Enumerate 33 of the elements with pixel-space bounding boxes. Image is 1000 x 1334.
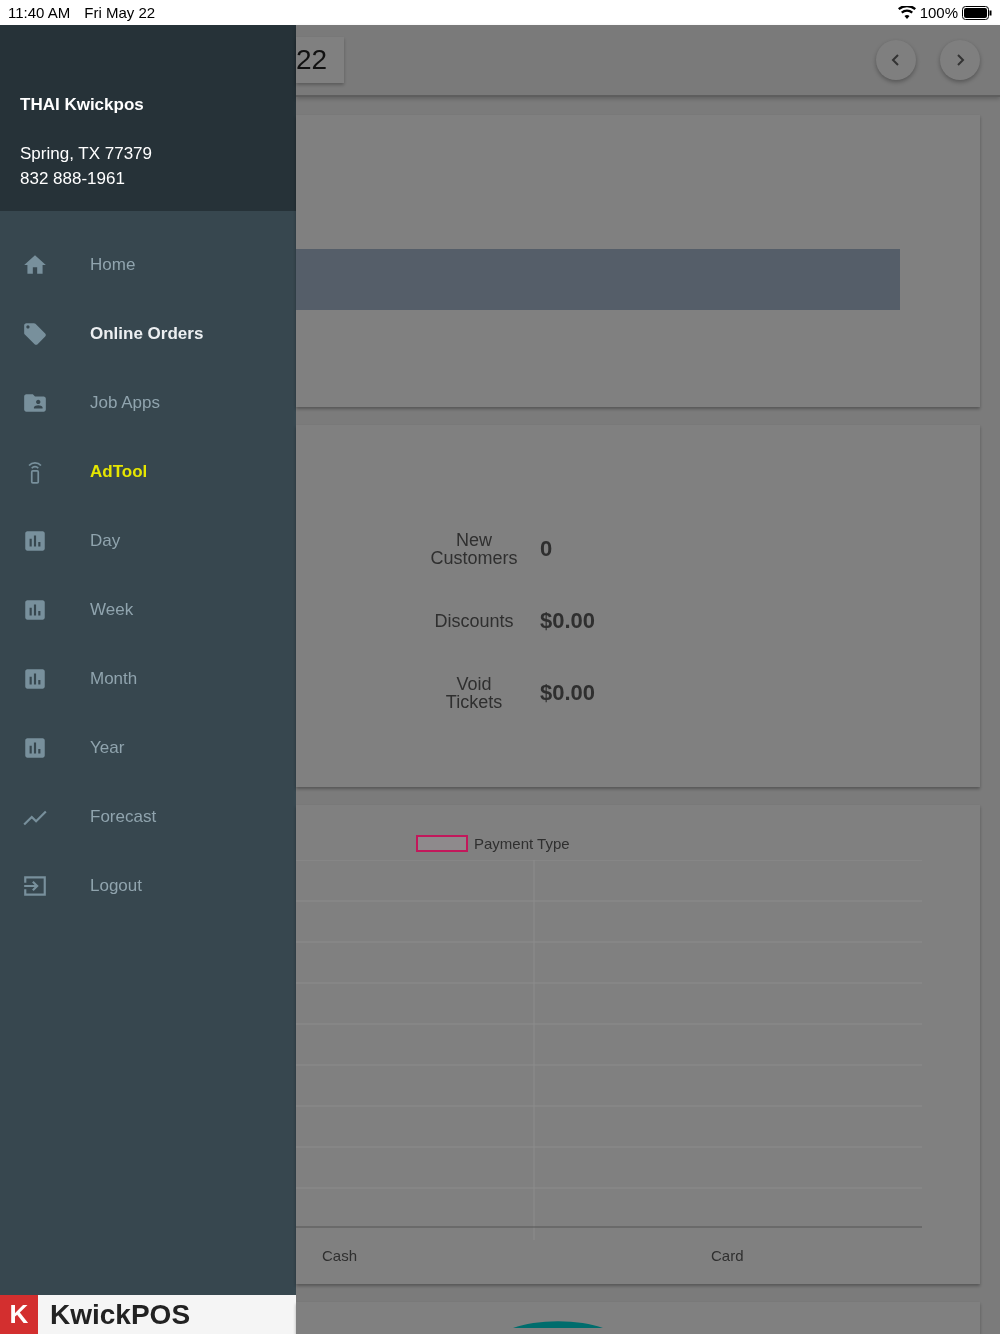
category-label: Card	[711, 1246, 744, 1264]
menu-item[interactable]: Year	[0, 713, 296, 782]
tag-icon	[22, 320, 48, 347]
store-name: THAI Kwickpos	[20, 95, 145, 115]
stat-value: $0.00	[540, 680, 596, 706]
legend-swatch	[416, 835, 468, 852]
legend-label: Payment Type	[474, 835, 570, 852]
status-time: 11:40 AM	[8, 4, 71, 21]
battery-percent: 100%	[919, 4, 958, 21]
category-label: Cash	[322, 1246, 358, 1264]
store-phone: 832 888-1961	[20, 168, 126, 190]
menu-item[interactable]: Home	[0, 230, 296, 299]
menu-item[interactable]: AdTool	[0, 437, 296, 506]
menu-item[interactable]: Logout	[0, 851, 296, 920]
brand-logo: K KwickPOS	[0, 1295, 296, 1334]
battery-icon	[962, 5, 992, 20]
previous-button[interactable]	[876, 40, 916, 80]
page-title: 22	[296, 37, 344, 83]
menu-item[interactable]: Week	[0, 575, 296, 644]
wifi-icon	[897, 5, 916, 20]
stat-label: New Customers	[429, 531, 519, 567]
menu-item[interactable]: Forecast	[0, 782, 296, 851]
next-button[interactable]	[940, 40, 980, 80]
stat-value: 0	[540, 536, 553, 562]
menu-item[interactable]: Online Orders	[0, 299, 296, 368]
stat-label: Void Tickets	[444, 675, 504, 711]
menu-item[interactable]: Day	[0, 506, 296, 575]
menu-item[interactable]: Job Apps	[0, 368, 296, 437]
stat-value: $0.00	[540, 608, 596, 634]
menu-item[interactable]: Month	[0, 644, 296, 713]
stat-label: Discounts	[433, 612, 515, 630]
status-date: Fri May 22	[84, 4, 156, 21]
store-address: Spring, TX 77379	[20, 143, 153, 165]
